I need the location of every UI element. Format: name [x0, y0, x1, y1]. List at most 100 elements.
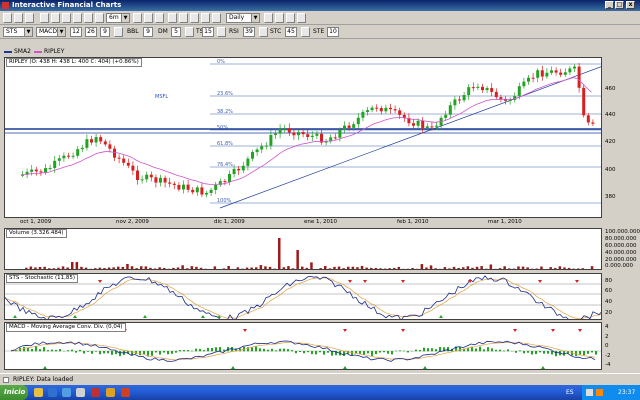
stochastic-title: STS - Stochastic (11,85) — [6, 274, 79, 283]
volume-bar — [144, 266, 148, 269]
macd-histogram-bar — [43, 347, 45, 352]
toolbar-button[interactable] — [25, 13, 34, 23]
language-indicator[interactable]: ES — [566, 389, 574, 396]
bbl-field[interactable]: 9 — [143, 27, 153, 37]
macd-histogram-bar — [259, 348, 261, 352]
candle — [490, 88, 494, 92]
toolbar-button[interactable] — [259, 27, 268, 37]
macd-panel[interactable]: MACD - Moving Average Conv. Div. (0,04) — [4, 322, 602, 370]
sell-signal-marker — [363, 280, 367, 283]
toolbar-button[interactable] — [3, 13, 12, 23]
close-icon[interactable]: x — [626, 1, 635, 9]
toolbar-button[interactable] — [217, 27, 226, 37]
toolbar-button[interactable] — [286, 13, 295, 23]
volume-bar — [416, 268, 419, 269]
candle — [255, 149, 259, 153]
candle — [168, 182, 172, 184]
ste-field[interactable]: 10 — [327, 27, 339, 37]
macd-title: MACD - Moving Average Conv. Div. (0,04) — [6, 323, 126, 332]
volume-bar — [360, 265, 364, 269]
toolbar-button[interactable] — [201, 13, 210, 23]
toolbar-button[interactable] — [51, 13, 60, 23]
volume-bar — [241, 268, 244, 269]
candle — [297, 132, 300, 136]
minimize-icon[interactable]: _ — [605, 1, 614, 9]
candle — [48, 168, 52, 170]
volume-bar — [291, 268, 295, 269]
dm-field[interactable]: 5 — [171, 27, 181, 37]
volume-bar — [549, 267, 552, 269]
macd-histogram-bar — [447, 347, 449, 352]
macd-histogram-bar — [103, 351, 105, 354]
toolbar-button[interactable] — [168, 13, 177, 23]
folder-icon[interactable] — [34, 388, 43, 397]
toolbar-button[interactable] — [84, 13, 93, 23]
pdf-icon[interactable] — [121, 388, 130, 397]
toolbar-button[interactable] — [212, 13, 221, 23]
tsi-field[interactable]: 15 — [202, 27, 214, 37]
toolbar-button[interactable] — [179, 13, 188, 23]
toolbar-button[interactable] — [297, 13, 306, 23]
stc-field[interactable]: 45 — [285, 27, 297, 37]
buy-signal-marker — [217, 315, 221, 318]
buy-signal-marker — [73, 315, 77, 318]
price-panel[interactable]: RIPLEY (O: 438 H: 438 L: 400 C: 404) (+0… — [4, 57, 602, 218]
macd-histogram-bar — [555, 351, 557, 357]
maximize-icon[interactable]: □ — [615, 1, 624, 9]
app-icon[interactable] — [91, 388, 100, 397]
toolbar-button[interactable] — [62, 13, 71, 23]
frequency-select[interactable]: Daily ▼ — [226, 13, 260, 23]
volume-bar — [140, 266, 143, 269]
macd-histogram-bar — [487, 347, 489, 352]
volume-bar — [572, 268, 575, 269]
rsi-field[interactable]: 39 — [243, 27, 255, 37]
toolbar-button[interactable] — [185, 27, 194, 37]
toolbar-button[interactable] — [95, 13, 104, 23]
chevron-down-icon: ▼ — [57, 28, 65, 36]
app-icon[interactable] — [76, 388, 85, 397]
volume-panel[interactable]: Volume (3.326.484) — [4, 228, 602, 270]
start-button[interactable]: Inicio — [0, 385, 28, 400]
buy-signal-marker — [201, 315, 205, 318]
sma-legend-label: SMA2 — [14, 48, 31, 55]
macd-signal-field[interactable]: 9 — [100, 27, 110, 37]
symbol-select[interactable]: STS ▼ — [3, 27, 33, 37]
macd-histogram-bar — [207, 347, 209, 352]
candle — [62, 155, 66, 159]
browser-icon[interactable] — [48, 388, 57, 397]
app-icon[interactable] — [106, 388, 115, 397]
volume-bar — [567, 267, 571, 269]
toolbar-button[interactable] — [190, 13, 199, 23]
candle — [67, 155, 70, 157]
candle — [573, 66, 576, 69]
candle — [370, 107, 374, 111]
toolbar-button[interactable] — [155, 13, 164, 23]
macd-fast-field[interactable]: 12 — [70, 27, 82, 37]
macd-slow-field[interactable]: 26 — [85, 27, 97, 37]
candle — [389, 107, 392, 110]
toolbar-button[interactable] — [14, 13, 23, 23]
indicator-select[interactable]: MACD ▼ — [36, 27, 66, 37]
toolbar-button[interactable] — [301, 27, 310, 37]
tray-icon[interactable] — [596, 389, 603, 396]
candle — [467, 87, 471, 96]
candle — [90, 139, 93, 143]
toolbar-button[interactable] — [144, 13, 153, 23]
messenger-icon[interactable] — [62, 388, 71, 397]
tray-icon[interactable] — [586, 389, 593, 396]
toolbar-button[interactable] — [73, 13, 82, 23]
macd-histogram-bar — [479, 346, 481, 352]
candle — [499, 97, 503, 99]
toolbar-button[interactable] — [264, 13, 273, 23]
fib-label: 50% — [217, 125, 228, 131]
date-tick-label: mar 1, 2010 — [488, 219, 522, 225]
toolbar-button[interactable] — [40, 13, 49, 23]
fib-label: 38.2% — [217, 109, 233, 115]
period-select[interactable]: 6m ▼ — [106, 13, 130, 23]
volume-bar — [558, 266, 562, 269]
stochastic-panel[interactable]: STS - Stochastic (11,85) — [4, 273, 602, 320]
toolbar-button[interactable] — [114, 27, 123, 37]
toolbar-button[interactable] — [275, 13, 284, 23]
volume-bar — [383, 268, 387, 269]
toolbar-button[interactable] — [133, 13, 142, 23]
